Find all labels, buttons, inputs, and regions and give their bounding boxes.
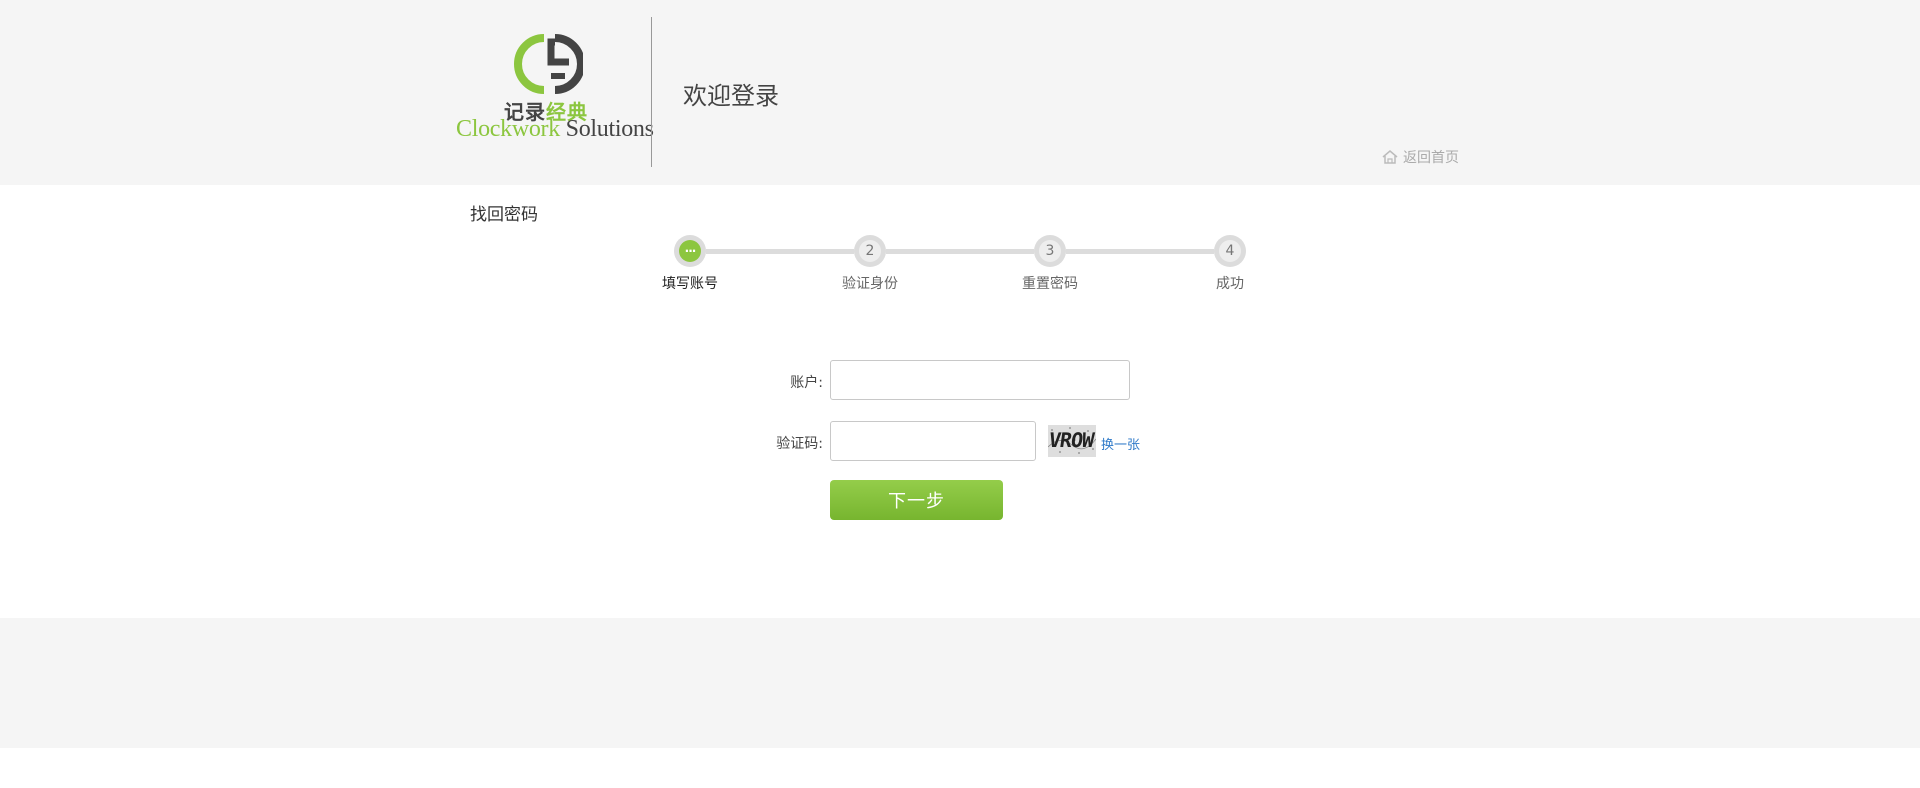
welcome-title: 欢迎登录: [683, 82, 779, 110]
step-4-number: 4: [1219, 240, 1241, 262]
step-3-label: 重置密码: [1022, 276, 1078, 292]
progress-steps: ··· 2 3 4 填写账号 验证身份 重置密码 成功: [0, 185, 1920, 305]
footer: [0, 618, 1920, 748]
step-connector: [706, 249, 854, 254]
step-3-number: 3: [1039, 240, 1061, 262]
step-2-label: 验证身份: [842, 276, 898, 292]
logo-mark-icon: [514, 34, 583, 94]
captcha-text: VROW: [1048, 428, 1095, 452]
logo-english-text: Clockwork Solutions: [456, 116, 654, 142]
back-home-link[interactable]: 返回首页: [1381, 147, 1459, 167]
step-2-number: 2: [859, 240, 881, 262]
step-4-circle: 4: [1214, 235, 1246, 267]
header-divider: [651, 17, 652, 167]
step-3-circle: 3: [1034, 235, 1066, 267]
logo[interactable]: 记录经典 Clockwork Solutions: [456, 32, 654, 152]
account-label: 账户:: [790, 375, 823, 391]
step-1-number: ···: [679, 240, 701, 262]
step-connector: [1066, 249, 1214, 254]
next-step-button[interactable]: 下一步: [830, 480, 1003, 520]
main-content: 找回密码 ··· 2 3 4 填写账号 验证身份 重置密码 成功 账户: 验证码…: [0, 185, 1920, 618]
header: 记录经典 Clockwork Solutions 欢迎登录 返回首页: [0, 0, 1920, 185]
step-2-circle: 2: [854, 235, 886, 267]
step-1-label: 填写账号: [662, 276, 718, 292]
step-1-circle: ···: [674, 235, 706, 267]
home-icon: [1382, 150, 1398, 164]
back-home-label: 返回首页: [1403, 150, 1459, 166]
step-connector: [886, 249, 1034, 254]
step-4-label: 成功: [1216, 276, 1244, 292]
captcha-label: 验证码:: [776, 436, 823, 452]
captcha-refresh-link[interactable]: 换一张: [1101, 434, 1140, 453]
account-input[interactable]: [830, 360, 1130, 400]
captcha-image[interactable]: VROW: [1048, 425, 1096, 457]
captcha-input[interactable]: [830, 421, 1036, 461]
